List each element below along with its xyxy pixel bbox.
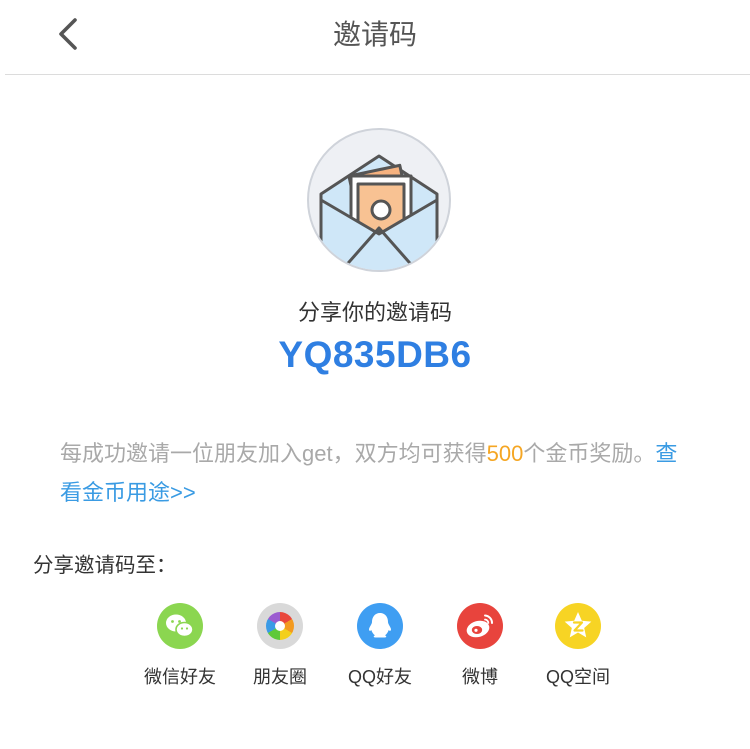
page-title: 邀请码 <box>332 19 417 50</box>
reward-text-suffix: 个金币奖励。 <box>523 441 656 466</box>
reward-description: 每成功邀请一位朋友加入get，双方均可获得500个金币奖励。查看金币用途>> <box>60 434 688 512</box>
share-wechat-button[interactable]: 微信好友 <box>130 603 230 691</box>
header-divider <box>5 74 750 75</box>
share-qzone-button[interactable]: QQ空间 <box>528 603 628 691</box>
share-weibo-button[interactable]: 微博 <box>430 603 530 691</box>
share-qzone-label: QQ空间 <box>545 667 610 687</box>
qq-icon <box>357 603 403 649</box>
envelope-money-icon <box>307 128 451 272</box>
share-qq-button[interactable]: QQ好友 <box>330 603 430 691</box>
share-moments-button[interactable]: 朋友圈 <box>230 603 330 691</box>
share-qq-label: QQ好友 <box>347 667 412 687</box>
weibo-icon <box>457 603 503 649</box>
invite-code: YQ835DB6 <box>278 334 472 375</box>
share-wechat-label: 微信好友 <box>144 667 216 687</box>
reward-text: 每成功邀请一位朋友加入get，双方均可获得 <box>60 441 487 466</box>
moments-icon <box>257 603 303 649</box>
invite-subtitle: 分享你的邀请码 <box>297 300 452 325</box>
qzone-icon <box>555 603 601 649</box>
wechat-icon <box>157 603 203 649</box>
share-heading: 分享邀请码至： <box>33 554 177 577</box>
share-weibo-label: 微博 <box>462 667 498 687</box>
share-moments-label: 朋友圈 <box>253 667 307 687</box>
reward-amount: 500 <box>486 441 524 466</box>
